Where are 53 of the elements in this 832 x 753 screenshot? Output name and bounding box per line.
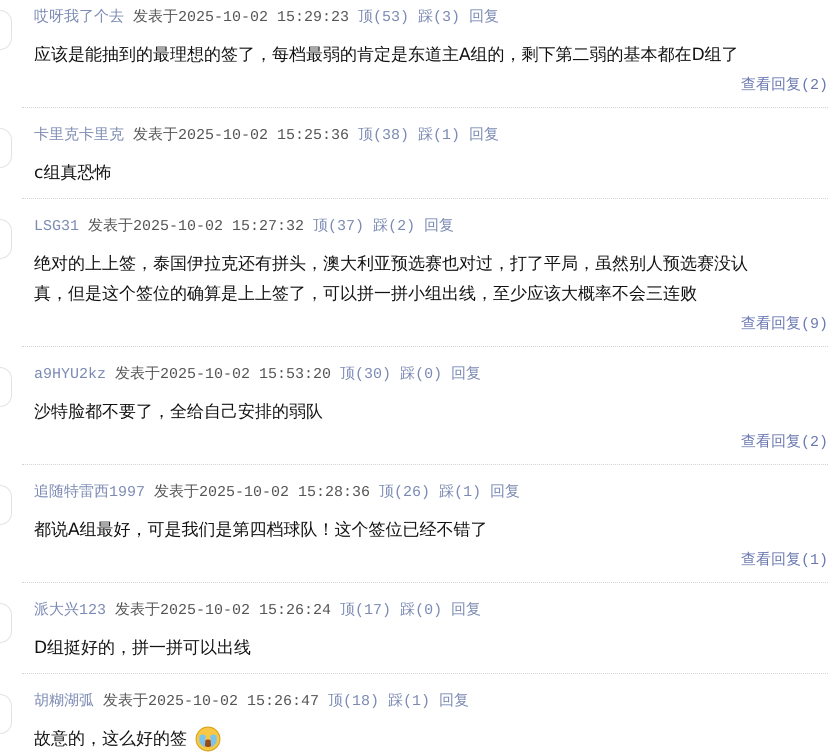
post-time: 发表于2025-10-02 15:26:24 (115, 600, 332, 621)
username-link[interactable]: 哎呀我了个去 (34, 6, 124, 30)
username-link[interactable]: 胡糊湖弧 (34, 690, 94, 714)
upvote-link[interactable]: 顶(30) (340, 363, 392, 387)
comment-text: 应该是能抽到的最理想的签了，每档最弱的肯定是东道主A组的，剩下第二弱的基本都在D组了 (34, 44, 739, 67)
avatar-icon (0, 10, 12, 50)
downvote-link[interactable]: 踩(0) (400, 363, 442, 387)
comment-text: 故意的，这么好的签 (34, 728, 187, 751)
avatar-icon (0, 219, 12, 259)
downvote-link[interactable]: 踩(2) (373, 215, 416, 239)
post-time: 发表于2025-10-02 15:28:36 (154, 482, 370, 503)
reply-link[interactable]: 回复 (490, 481, 520, 505)
avatar-icon (0, 603, 12, 643)
reply-link[interactable]: 回复 (439, 690, 470, 714)
view-replies-link[interactable]: 查看回复(2) (740, 432, 828, 454)
comment-text: 绝对的上上签，泰国伊拉克还有拼头，澳大利亚预选赛也对过，打了平局，虽然别人预选赛没认真，但是这个签位的确算是上上签了，可以拼一拼小组出线，至少应该大概率不会三连败 (34, 253, 749, 306)
downvote-link[interactable]: 踩(3) (418, 6, 460, 30)
comment-text: 都说A组最好，可是我们是第四档球队！这个签位已经不错了 (34, 519, 488, 542)
comment-text: 沙特脸都不要了，全给自己安排的弱队 (34, 401, 323, 424)
username-link[interactable]: a9HYU2kz (34, 363, 106, 387)
view-replies-link[interactable]: 查看回复(2) (740, 75, 828, 97)
comment-text: c组真恐怖 (34, 162, 112, 185)
upvote-link[interactable]: 顶(18) (328, 690, 380, 714)
post-time: 发表于2025-10-02 15:29:23 (133, 8, 350, 28)
reply-link[interactable]: 回复 (451, 599, 482, 623)
view-replies-link[interactable]: 查看回复(9) (740, 314, 828, 336)
view-replies-link[interactable]: 查看回复(1) (740, 550, 828, 572)
post-time: 发表于2025-10-02 15:53:20 (115, 364, 332, 385)
downvote-link[interactable]: 踩(1) (418, 124, 460, 148)
avatar-icon (0, 485, 12, 525)
reply-link[interactable]: 回复 (469, 124, 500, 148)
upvote-link[interactable]: 顶(26) (379, 481, 430, 505)
upvote-link[interactable]: 顶(17) (340, 599, 392, 623)
post-time: 发表于2025-10-02 15:26:47 (103, 692, 320, 712)
username-link[interactable]: 卡里克卡里克 (34, 124, 124, 148)
avatar-icon (0, 367, 12, 407)
downvote-link[interactable]: 踩(1) (388, 690, 430, 714)
username-link[interactable]: 追随特雷西1997 (34, 481, 146, 505)
comment-text: D组挺好的，拼一拼可以出线 (34, 637, 252, 660)
avatar-icon (0, 128, 12, 168)
reply-link[interactable]: 回复 (424, 215, 454, 239)
post-time: 发表于2025-10-02 15:25:36 (133, 126, 350, 146)
downvote-link[interactable]: 踩(1) (439, 481, 482, 505)
post-time: 发表于2025-10-02 15:27:32 (88, 216, 304, 237)
reply-link[interactable]: 回复 (451, 363, 482, 387)
username-link[interactable]: LSG31 (34, 215, 80, 239)
avatar-icon (0, 694, 12, 734)
reply-link[interactable]: 回复 (469, 6, 500, 30)
username-link[interactable]: 派大兴123 (34, 599, 106, 623)
upvote-link[interactable]: 顶(37) (313, 215, 364, 239)
upvote-link[interactable]: 顶(53) (358, 6, 410, 30)
downvote-link[interactable]: 踩(0) (400, 599, 442, 623)
upvote-link[interactable]: 顶(38) (358, 124, 410, 148)
